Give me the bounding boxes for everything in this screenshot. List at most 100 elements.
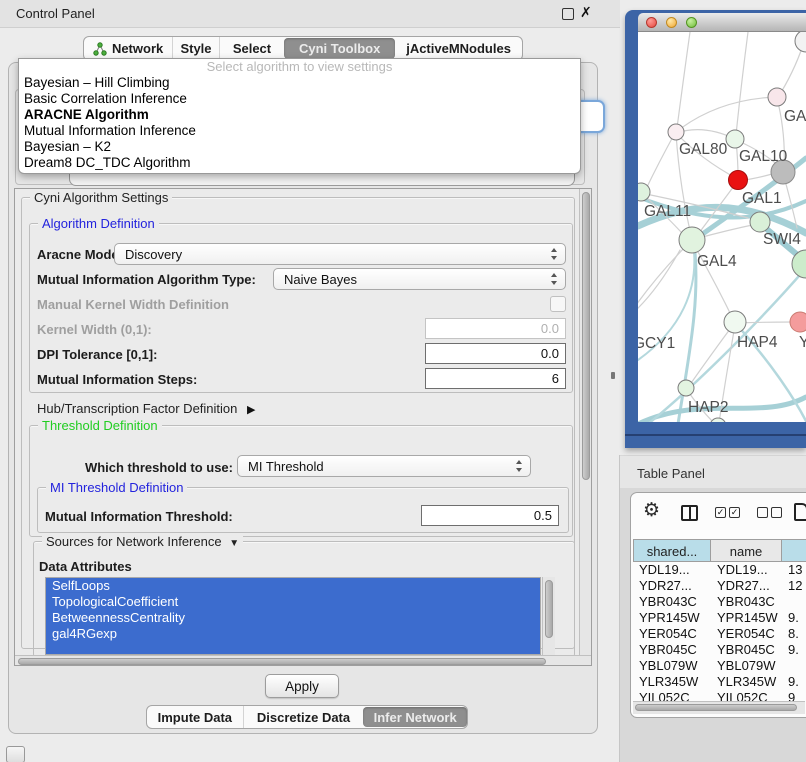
table-row[interactable]: YBR043CYBR043C <box>633 594 806 610</box>
table-row[interactable]: YDL19...YDL19...13 <box>633 562 806 578</box>
gear-icon[interactable]: ⚙ <box>643 499 660 522</box>
tab-select[interactable]: Select <box>219 37 284 60</box>
table-row[interactable]: YER054CYER054C8. <box>633 626 806 642</box>
attribute-item-betweennesscentrality[interactable]: BetweennessCentrality <box>46 610 540 626</box>
network-node[interactable] <box>668 124 684 140</box>
network-node[interactable] <box>790 312 806 332</box>
checked-box-icon: ✓ <box>715 507 726 518</box>
attribute-item-partial[interactable] <box>46 642 540 655</box>
table-horizontal-scrollbar[interactable] <box>633 701 805 714</box>
tab-label: Select <box>233 41 271 56</box>
node-label-gal: GAL <box>784 108 806 125</box>
manual-kernel-checkbox[interactable] <box>550 296 566 312</box>
network-edge[interactable] <box>646 133 675 189</box>
splitter-handle[interactable] <box>611 372 615 379</box>
attribute-item-topologicalcoefficient[interactable]: TopologicalCoefficient <box>46 594 540 610</box>
column-header-cut[interactable] <box>782 539 806 562</box>
export-table-icon[interactable] <box>794 503 806 521</box>
algorithm-option-bayesian-k2[interactable]: Bayesian – K2 <box>19 139 580 155</box>
table-row[interactable]: YPR145WYPR145W9. <box>633 610 806 626</box>
network-edge[interactable] <box>736 32 748 135</box>
mi-steps-label: Mutual Information Steps: <box>37 372 197 387</box>
table-row[interactable]: YDR27...YDR27...12 <box>633 578 806 594</box>
data-attributes-list: SelfLoopsTopologicalCoefficientBetweenne… <box>45 577 541 655</box>
attribute-item-selfloops[interactable]: SelfLoops <box>46 578 540 594</box>
node-label-gal4: GAL4 <box>697 253 737 270</box>
network-node[interactable] <box>710 418 726 422</box>
hide-columns-icon[interactable] <box>757 507 782 518</box>
zoom-button[interactable] <box>686 17 697 28</box>
float-panel-icon[interactable] <box>562 8 574 20</box>
algorithm-option-aracne-algorithm[interactable]: ARACNE Algorithm <box>19 107 580 123</box>
network-node[interactable] <box>678 380 694 396</box>
tab-discretize-data[interactable]: Discretize Data <box>243 706 364 728</box>
tab-style[interactable]: Style <box>172 37 219 60</box>
show-checked-columns-icon[interactable]: ✓ ✓ <box>715 507 740 518</box>
which-threshold-combo[interactable]: MI Threshold <box>237 455 531 477</box>
table-row[interactable]: YBR045CYBR045C9. <box>633 642 806 658</box>
table-row[interactable]: YLR345WYLR345W9. <box>633 674 806 690</box>
network-window-title-bar[interactable] <box>638 13 806 32</box>
tab-label: Infer Network <box>374 710 457 725</box>
tab-label: Network <box>112 41 163 56</box>
close-button[interactable] <box>646 17 657 28</box>
unchecked-box-icon <box>771 507 782 518</box>
scrollbar-thumb[interactable] <box>635 704 797 711</box>
attributes-scrollbar[interactable] <box>542 577 555 655</box>
table-row[interactable]: YBL079WYBL079W <box>633 658 806 674</box>
table-cell: 9 <box>782 690 806 701</box>
attribute-item-gal4rgexp[interactable]: gal4RGexp <box>46 626 540 642</box>
tab-infer-network[interactable]: Infer Network <box>363 707 467 727</box>
tab-jactivemnodules[interactable]: jActiveMNodules <box>395 37 522 60</box>
algorithm-option-basic-correlation-inference[interactable]: Basic Correlation Inference <box>19 91 580 107</box>
mi-steps-field[interactable] <box>425 368 566 389</box>
network-node[interactable] <box>750 212 770 232</box>
tab-network[interactable]: Network <box>84 37 172 60</box>
hub-definition-toggle[interactable]: Hub/Transcription Factor Definition ▶ <box>37 401 255 418</box>
mi-threshold-field[interactable] <box>421 505 559 526</box>
network-edge[interactable] <box>638 250 680 322</box>
minimized-panel-button[interactable] <box>6 746 25 762</box>
sources-toggle[interactable]: Sources for Network Inference ▼ <box>42 534 243 551</box>
network-node[interactable] <box>729 171 748 190</box>
aracne-mode-combo[interactable]: Discovery <box>114 243 566 265</box>
apply-button[interactable]: Apply <box>265 674 339 698</box>
tab-label: Style <box>180 41 211 56</box>
scrollbar-thumb[interactable] <box>582 192 590 480</box>
group-title: Algorithm Definition <box>38 216 159 231</box>
minimize-button[interactable] <box>666 17 677 28</box>
network-node[interactable] <box>768 88 786 106</box>
window-controls <box>646 17 697 28</box>
settings-horizontal-scrollbar[interactable] <box>15 655 592 666</box>
network-node[interactable] <box>724 311 746 333</box>
kernel-width-field[interactable] <box>425 318 566 339</box>
network-node[interactable] <box>795 32 806 52</box>
node-label-gcy1: GCY1 <box>638 335 675 352</box>
column-header-shared[interactable]: shared... <box>633 539 711 562</box>
scrollbar-thumb[interactable] <box>18 658 546 665</box>
network-edge[interactable] <box>676 97 777 132</box>
network-node[interactable] <box>679 227 705 253</box>
settings-vertical-scrollbar[interactable] <box>579 189 592 655</box>
table-cell: 9. <box>782 642 806 658</box>
algorithm-option-mutual-information-inference[interactable]: Mutual Information Inference <box>19 123 580 139</box>
table-header-row: shared...name <box>633 539 806 562</box>
tab-cyni-toolbox[interactable]: Cyni Toolbox <box>284 38 395 59</box>
algorithm-option-list: Bayesian – Hill ClimbingBasic Correlatio… <box>19 75 580 171</box>
hub-definition-label: Hub/Transcription Factor Definition <box>37 401 237 416</box>
column-header-name[interactable]: name <box>711 539 782 562</box>
network-node[interactable] <box>726 130 744 148</box>
scrollbar-thumb[interactable] <box>545 580 553 638</box>
algorithm-option-dream8-dc-tdc-algorithm[interactable]: Dream8 DC_TDC Algorithm <box>19 155 580 171</box>
tab-impute-data[interactable]: Impute Data <box>147 706 243 728</box>
column-layout-icon[interactable] <box>681 505 698 521</box>
mi-algorithm-type-combo[interactable]: Naive Bayes <box>273 268 566 290</box>
table-row[interactable]: YIL052CYIL052C9 <box>633 690 806 701</box>
network-window: GALGAL80GAL10GAL1GAL11SWI4GAL4GCY1HAP4YH… <box>625 10 806 448</box>
checked-box-icon: ✓ <box>729 507 740 518</box>
network-edge[interactable] <box>677 32 690 128</box>
network-canvas[interactable]: GALGAL80GAL10GAL1GAL11SWI4GAL4GCY1HAP4YH… <box>638 32 806 422</box>
close-panel-icon[interactable]: ✗ <box>580 4 592 21</box>
algorithm-option-bayesian-hill-climbing[interactable]: Bayesian – Hill Climbing <box>19 75 580 91</box>
dpi-tolerance-field[interactable] <box>425 343 566 364</box>
